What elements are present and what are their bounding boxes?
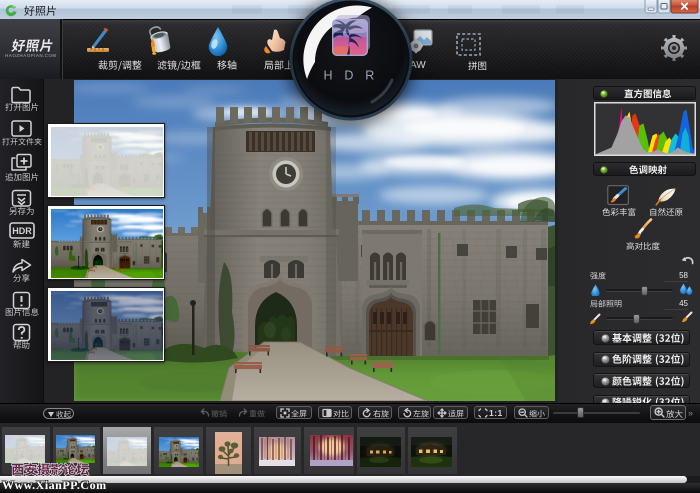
svg-text:H D R: H D R (323, 69, 378, 83)
svg-text:HDR: HDR (12, 226, 32, 236)
